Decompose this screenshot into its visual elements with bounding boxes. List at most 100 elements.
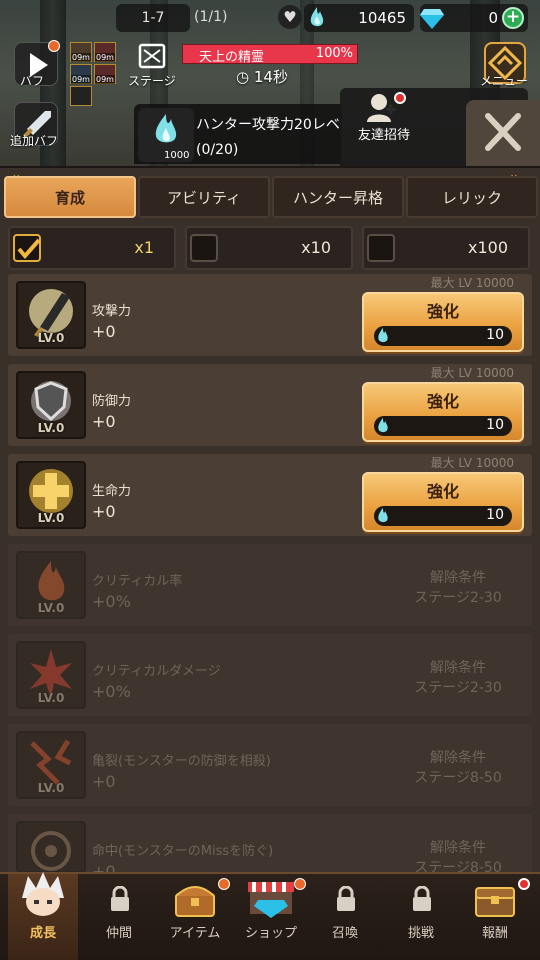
nav-label: 挑戦 [407,926,434,941]
buff-hp-icon: 09m [94,42,116,62]
buff-empty-slot [70,86,92,106]
cost-value: 10 [486,417,504,433]
stat-name: 亀裂(モンスターの防御を相殺) [92,754,271,769]
stat-value: +0 [92,412,116,431]
gem-icon [420,9,444,29]
crack-icon: LV.0 [16,731,86,799]
upgrade-attack-button[interactable]: 強化 10 [362,292,524,352]
unlock-condition: 解除条件 ステージ2-30 [414,660,502,696]
boss-name: 天上の精霊 [199,50,265,65]
stage-button[interactable] [132,42,172,76]
nav-challenge[interactable]: 挑戦 [386,874,456,960]
notification-dot [394,92,406,104]
stat-name: 命中(モンスターのMissを防ぐ) [92,844,274,859]
buff-speed-icon: 09m [70,64,92,84]
tab-ability[interactable]: アビリティ [138,176,270,218]
stat-row-vitality: LV.0 生命力 +0 最大 LV 10000 強化 10 [8,454,532,536]
checkbox[interactable] [367,234,395,262]
upgrade-vitality-button[interactable]: 強化 10 [362,472,524,532]
upgrade-cost: 10 [374,506,512,526]
lock-icon [337,886,355,911]
stat-name: 攻撃力 [92,304,132,319]
active-buffs[interactable]: 09m 09m 09m 09m [70,42,116,106]
stat-value: +0 [92,772,116,791]
nav-growth[interactable]: 成長 [8,872,78,960]
stage-label: ステージ [128,74,176,88]
nav-summon[interactable]: 召喚 [310,874,380,960]
shield-icon: LV.0 [16,371,86,439]
nav-shop[interactable]: ショップ [236,874,306,960]
burst-icon: LV.0 [16,641,86,709]
multiplier-x1[interactable]: x1 [8,226,176,270]
nav-label: 召喚 [331,926,358,941]
stat-row-crack: LV.0 亀裂(モンスターの防御を相殺) +0 解除条件 ステージ8-50 [8,724,532,806]
unlock-condition: 解除条件 ステージ8-50 [414,750,502,786]
tab-hunter-promotion[interactable]: ハンター昇格 [272,176,404,218]
multiplier-label: x1 [134,238,154,257]
close-button[interactable] [466,100,540,168]
nav-rewards[interactable]: 報酬 [460,874,530,960]
gem-count: 0 [488,9,498,27]
quest-title: ハンター攻撃力20レベ [196,117,340,133]
level-label: LV.0 [37,781,65,795]
nav-companions[interactable]: 仲間 [84,874,154,960]
upgrade-defense-button[interactable]: 強化 10 [362,382,524,442]
buff-label: バフ [20,74,45,88]
quest-panel[interactable]: 1000 ハンター攻撃力20レベ (0/20) [134,104,342,164]
notification-dot [294,878,306,890]
upgrade-label: 強化 [426,482,459,501]
tab-growth[interactable]: 育成 [4,176,136,218]
stat-name: クリティカル率 [92,574,183,589]
soul-currency: 10465 [304,4,414,32]
quest-reward-count: 1000 [164,150,190,161]
add-gems-button[interactable]: + [502,7,524,29]
soul-flame-icon [378,327,388,343]
reward-chest-icon [475,887,515,917]
sword-icon: LV.0 [16,281,86,349]
stat-row-accuracy: 命中(モンスターのMissを防ぐ) +0 解除条件ステージ8-50 [8,814,532,881]
quest-progress: (0/20) [196,142,239,158]
clock-icon: ◷ [236,68,254,86]
checkbox[interactable] [190,234,218,262]
nav-label: ショップ [244,926,297,941]
heart-icon[interactable]: ♥ [278,5,302,29]
cost-value: 10 [486,507,504,523]
boss-timer: ◷ 14秒 [236,66,288,87]
gem-currency: 0 + [420,4,528,32]
invite-friend-icon [367,94,396,122]
soul-flame-icon [310,7,324,27]
level-label: LV.0 [37,511,65,525]
bottom-nav: 成長 仲間 アイテム ショップ 召喚 挑戦 報酬 [0,872,540,960]
multiplier-x10[interactable]: x10 [185,226,353,270]
timer-value: 14秒 [253,68,288,86]
notification-dot [518,878,530,890]
nav-label: 成長 [29,926,56,941]
treasure-chest-icon [175,886,215,917]
game-scene: 1-7 (1/1) ♥ 10465 0 + バフ 09m 09m 09m 09m [0,0,540,168]
multiplier-x100[interactable]: x100 [362,226,530,270]
close-icon [485,113,521,151]
cost-value: 10 [486,327,504,343]
stat-row-attack: LV.0 攻撃力 +0 最大 LV 10000 強化 10 [8,274,532,356]
boss-hp-percent: 100% [315,46,353,61]
stage-indicator: 1-7 [116,4,190,32]
stat-name: 防御力 [92,394,132,409]
soul-flame-icon [378,417,388,433]
nav-items[interactable]: アイテム [160,874,230,960]
stat-row-critical-rate: LV.0 クリティカル率 +0% 解除条件 ステージ2-30 [8,544,532,626]
buff-attack-icon: 09m [70,42,92,62]
stat-value: +0 [92,502,116,521]
buff-gold-icon: 09m [94,64,116,84]
notification-dot [218,878,230,890]
upgrade-label: 強化 [426,392,459,411]
max-level: 最大 LV 10000 [430,456,514,470]
growth-panel: « » 育成 アビリティ ハンター昇格 レリック x1 x10 x100 LV.… [0,166,540,881]
stage-progress: (1/1) [194,9,228,25]
soul-flame-icon [378,507,388,523]
nav-label: 仲間 [105,926,132,941]
tab-relic[interactable]: レリック [406,176,538,218]
checkbox-checked[interactable] [13,234,41,262]
nav-label: 報酬 [481,926,508,941]
stat-name: クリティカルダメージ [92,664,221,679]
lock-icon [111,886,129,911]
